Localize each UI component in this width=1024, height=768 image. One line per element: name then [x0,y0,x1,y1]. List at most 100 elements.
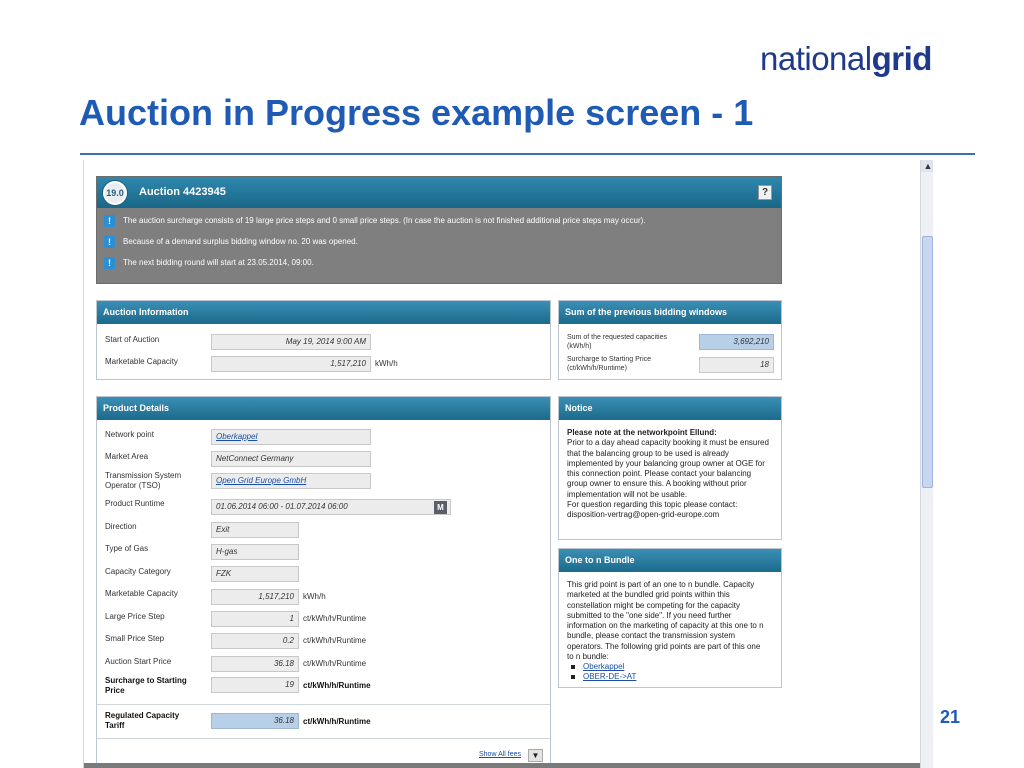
tso-link[interactable]: Open Grid Europe GmbH [216,476,306,485]
network-point-label: Network point [105,430,154,439]
market-area-label: Market Area [105,452,149,461]
bundle-point-list: Oberkappel OBER-DE->AT [567,662,764,682]
show-all-fees-link[interactable]: Show All fees [479,751,521,758]
network-point-field: Oberkappel [211,429,371,445]
notice-line: disposition-vertrag@open-grid-europe.com [567,510,720,520]
requested-capacities-field: 3,692,210 [699,334,774,350]
help-button[interactable]: ? [758,185,772,200]
auction-title: Auction 4423945 [139,186,226,198]
show-fees-dropdown-icon[interactable]: ▼ [528,749,543,762]
logo-bold: grid [871,40,933,77]
warning-icon: ! [104,215,115,227]
window-bottom-bar [84,763,920,768]
warning-icon: ! [104,257,115,269]
requested-label-line: (kWh/h) [567,343,592,350]
surcharge-field: 19 [211,677,299,693]
marketable-capacity-label: Marketable Capacity [105,357,178,366]
product-details-header: Product Details [97,397,550,420]
product-runtime-field: 01.06.2014 06:00 - 01.07.2014 06:00 [211,499,451,515]
auction-start-price-label: Auction Start Price [105,657,172,666]
product-runtime-label: Product Runtime [105,499,165,508]
bullet-icon [571,664,575,669]
vertical-scrollbar[interactable]: ▲ [920,160,933,768]
embedded-screenshot: 19.0 Auction 4423945 ? ! The auction surc… [83,160,933,768]
bundle-body: This grid point is part of an one to n b… [567,580,764,682]
start-of-auction-label: Start of Auction [105,335,160,344]
tso-label-line: Operator (TSO) [105,481,161,490]
surcharge-label-line: (ct/kWh/h/Runtime) [567,365,627,372]
title-divider [80,153,975,155]
page-number: 21 [940,707,961,727]
notice-body: Please note at the networkpoint Ellund: … [567,428,769,521]
bundle-point-link[interactable]: Oberkappel [583,662,624,671]
message-text: Because of a demand surplus bidding wind… [123,237,358,247]
round-badge: 19.0 [103,181,127,205]
direction-field: Exit [211,522,299,538]
small-price-step-label: Small Price Step [105,634,165,643]
marketable-capacity-label: Marketable Capacity [105,589,178,598]
notice-line: Prior to a day ahead capacity booking it… [567,438,769,448]
small-price-step-field: 0.2 [211,633,299,649]
surcharge-label-line: Surcharge to Starting Price [567,356,652,363]
message-text: The auction surcharge consists of 19 lar… [123,216,646,226]
bundle-line: bundle, please contact the transmission … [567,631,736,641]
notice-heading: Please note at the networkpoint Ellund: [567,428,717,437]
surcharge-starting-price-label: Surcharge to Starting Price (ct/kWh/h/Run… [567,355,651,373]
notice-line: that the balancing group to be used is a… [567,448,729,458]
tso-field: Open Grid Europe GmbH [211,473,371,489]
surcharge-label-line: Price [105,686,125,695]
small-price-step-unit: ct/kWh/h/Runtime [303,636,367,645]
regulated-tariff-label: Regulated Capacity Tariff [105,711,179,731]
notice-line: For question regarding this topic please… [567,500,738,510]
tariff-label-line: Tariff [105,721,125,730]
tso-label-line: Transmission System [105,471,182,480]
section-divider [97,704,550,705]
large-price-step-label: Large Price Step [105,612,165,621]
bundle-header: One to n Bundle [559,549,781,572]
gas-type-label: Type of Gas [105,544,149,553]
auction-status-panel: 19.0 Auction 4423945 ? ! The auction surc… [96,176,782,284]
direction-label: Direction [105,522,137,531]
surcharge-label: Surcharge to Starting Price [105,676,187,696]
surcharge-starting-price-field: 18 [699,357,774,373]
slide-title: Auction in Progress example screen - 1 [79,92,754,133]
regulated-tariff-field: 36.18 [211,713,299,729]
notice-line: group owner to ensure this. A booking wi… [567,479,747,489]
marketable-capacity-field: 1,517,210 [211,589,299,605]
start-of-auction-field: May 19, 2014 9:00 AM [211,334,371,350]
notice-panel: Notice Please note at the networkpoint E… [558,396,782,540]
slide: nationalgrid Auction in Progress example… [0,0,1024,768]
network-point-link[interactable]: Oberkappel [216,432,257,441]
bundle-point-link[interactable]: OBER-DE->AT [583,672,636,681]
regulated-tariff-unit: ct/kWh/h/Runtime [303,717,371,726]
bundle-line: submitted to the "one side". If you need… [567,610,732,620]
previous-windows-panel: Sum of the previous bidding windows Sum … [558,300,782,380]
warning-icon: ! [104,236,115,248]
auction-header: 19.0 Auction 4423945 ? [97,177,781,208]
notice-line: implemented by your balancing group owne… [567,458,765,468]
tso-label: Transmission System Operator (TSO) [105,471,181,491]
scroll-up-arrow-icon[interactable]: ▲ [921,160,933,172]
notice-line: this connection point. Please contact yo… [567,469,752,479]
bundle-line: marketed at the bundled grid points with… [567,590,730,600]
large-price-step-field: 1 [211,611,299,627]
notice-line: implementation will not be usable. [567,489,688,499]
list-item: OBER-DE->AT [567,672,764,682]
auction-start-price-field: 36.18 [211,656,299,672]
auction-message: ! Because of a demand surplus bidding win… [104,236,358,248]
bundle-line: This grid point is part of an one to n b… [567,580,755,589]
nationalgrid-logo: nationalgrid [760,40,932,78]
requested-capacities-label: Sum of the requested capacities (kWh/h) [567,333,667,351]
auction-start-price-unit: ct/kWh/h/Runtime [303,659,367,668]
bundle-line: operators. The following grid points are… [567,641,761,651]
surcharge-unit: ct/kWh/h/Runtime [303,681,371,690]
bundle-line: information on the marketing of capacity… [567,621,764,631]
list-item: Oberkappel [567,662,764,672]
large-price-step-unit: ct/kWh/h/Runtime [303,614,367,623]
runtime-details-button[interactable]: M [434,501,447,514]
bullet-icon [571,674,575,679]
scroll-thumb[interactable] [922,236,933,488]
auction-message: ! The auction surcharge consists of 19 la… [104,215,646,227]
auction-information-header: Auction Information [97,301,550,324]
marketable-capacity-unit: kWh/h [303,592,326,601]
